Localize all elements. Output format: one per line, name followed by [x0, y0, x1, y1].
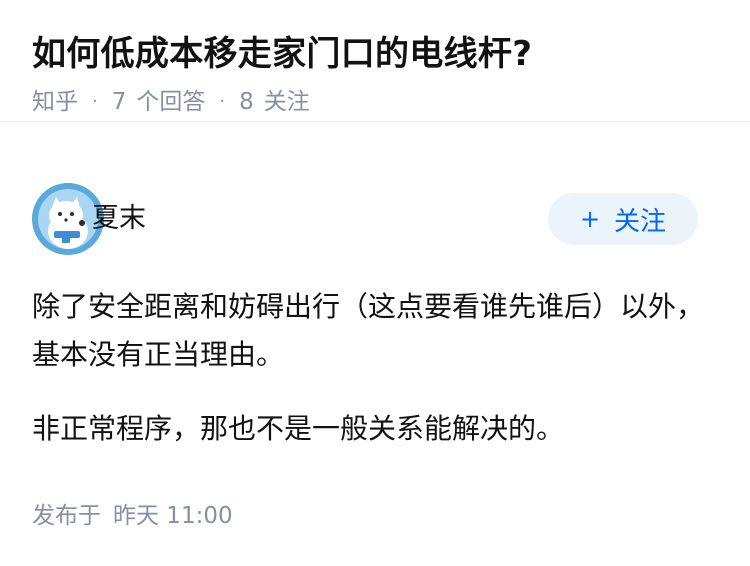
plus-icon: +	[579, 205, 601, 233]
follow-button-label: 关注	[614, 206, 667, 237]
source-label[interactable]: 知乎	[32, 86, 78, 118]
follows-count: 8	[239, 89, 254, 115]
publish-time: 昨天 11:00	[113, 503, 233, 529]
question-meta: 知乎 · 7 个回答 · 8 关注	[32, 86, 718, 118]
answer-content: 除了安全距离和妨碍出行（这点要看谁先谁后）以外，基本没有正当理由。 非正常程序，…	[32, 283, 712, 479]
publish-label: 发布于	[32, 503, 101, 529]
question-title[interactable]: 如何低成本移走家门口的电线杆?	[32, 30, 718, 78]
question-header: 如何低成本移走家门口的电线杆? 知乎 · 7 个回答 · 8 关注	[0, 0, 750, 122]
follow-button[interactable]: + 关注	[548, 193, 698, 245]
publish-info: 发布于 昨天 11:00	[32, 498, 233, 534]
answer-paragraph: 除了安全距离和妨碍出行（这点要看谁先谁后）以外，基本没有正当理由。	[32, 290, 705, 371]
author-name[interactable]: 夏末	[92, 201, 146, 237]
answer-card: 夏末 + 关注 除了安全距离和妨碍出行（这点要看谁先谁后）以外，基本没有正当理由…	[0, 122, 750, 529]
answer-paragraph: 非正常程序，那也不是一般关系能解决的。	[32, 412, 565, 445]
answers-count: 7	[111, 89, 127, 115]
meta-separator: ·	[219, 91, 226, 112]
meta-separator: ·	[92, 91, 98, 112]
answers-label[interactable]: 个回答	[136, 86, 205, 118]
follows-label[interactable]: 关注	[264, 86, 310, 118]
